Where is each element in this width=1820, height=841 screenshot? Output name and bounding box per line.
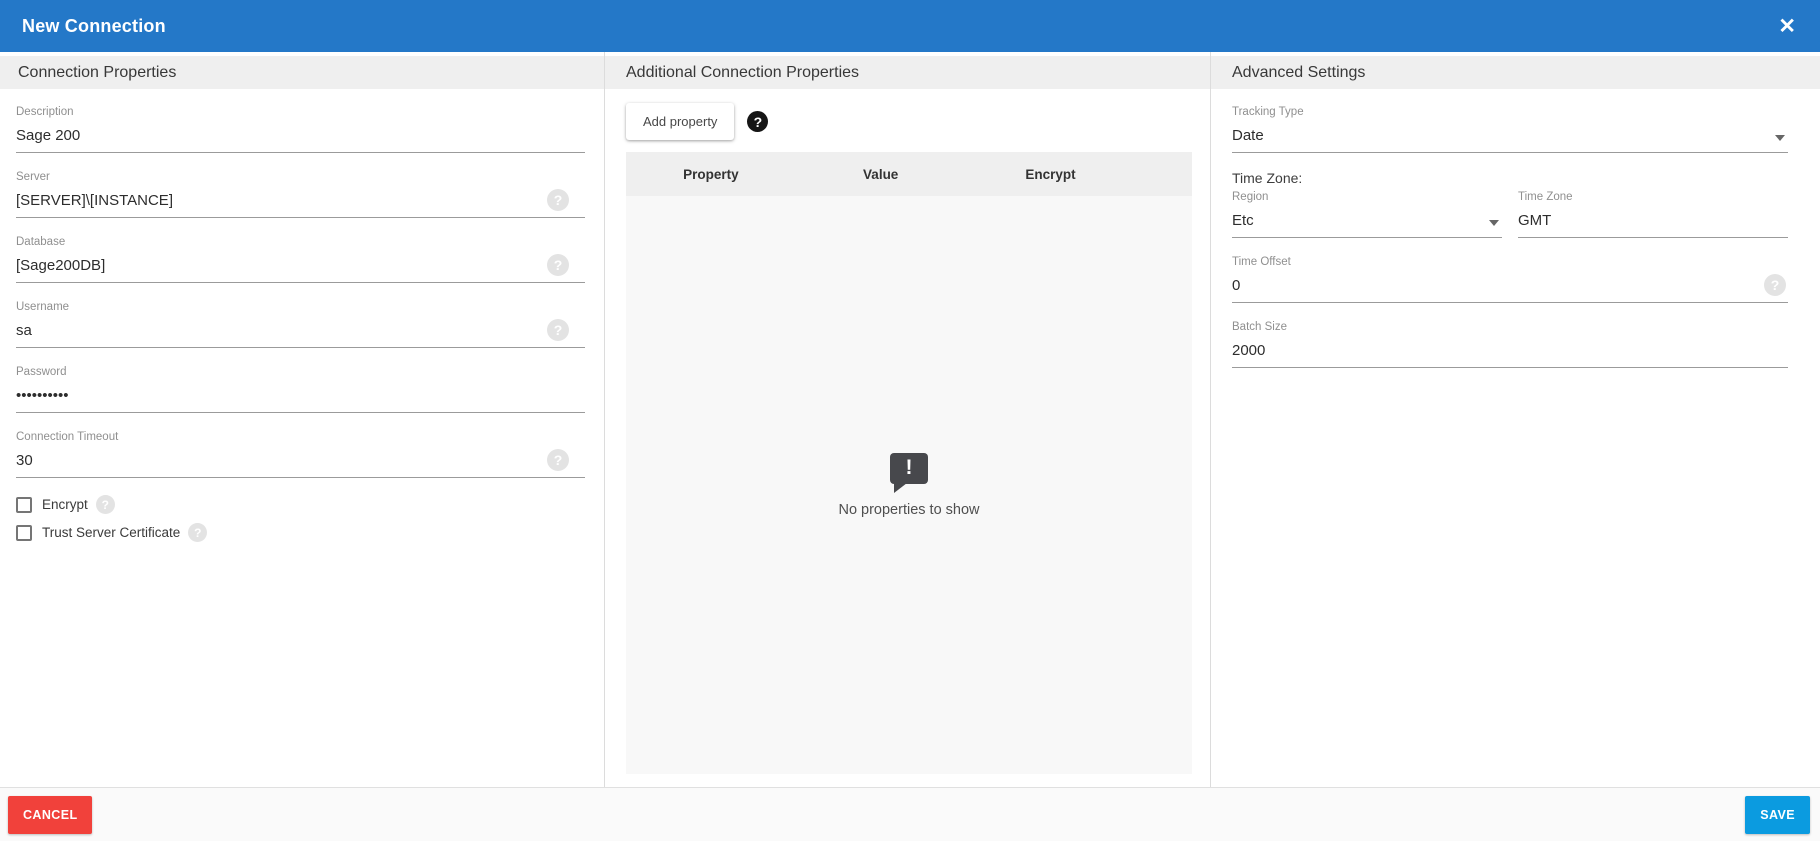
connection-timeout-input[interactable]: [16, 447, 585, 478]
cancel-button[interactable]: CANCEL: [8, 795, 93, 834]
description-field: Description: [16, 105, 585, 153]
column-header-property: Property: [683, 166, 739, 182]
region-field: Region: [1232, 190, 1502, 238]
dialog-titlebar: New Connection ✕: [0, 0, 1820, 52]
region-select[interactable]: [1232, 207, 1502, 238]
batch-size-label: Batch Size: [1232, 321, 1287, 333]
encrypt-checkbox[interactable]: [16, 496, 32, 513]
time-offset-field: Time Offset ?: [1232, 255, 1788, 303]
encrypt-label: Encrypt: [42, 497, 88, 512]
time-zone-heading: Time Zone:: [1232, 170, 1303, 186]
properties-table-header: Property Value Encrypt: [626, 152, 1192, 196]
server-input[interactable]: [16, 187, 585, 218]
add-property-help-icon[interactable]: ?: [747, 111, 769, 132]
batch-size-field: Batch Size: [1232, 320, 1788, 368]
time-zone-row: Region Time Zone: [1232, 190, 1788, 255]
properties-table: Property Value Encrypt ! No properties t…: [626, 152, 1192, 774]
region-label: Region: [1232, 191, 1269, 203]
advanced-settings-panel: Advanced Settings Tracking Type Time Zon…: [1211, 52, 1820, 787]
password-label: Password: [16, 366, 67, 378]
connection-properties-panel: Connection Properties Description Server…: [0, 52, 605, 787]
column-header-encrypt: Encrypt: [1025, 166, 1076, 182]
trust-server-certificate-label: Trust Server Certificate: [42, 525, 181, 540]
tracking-type-field: Tracking Type: [1232, 105, 1788, 153]
description-label: Description: [16, 106, 74, 118]
connection-timeout-label: Connection Timeout: [16, 431, 119, 443]
close-icon[interactable]: ✕: [1774, 12, 1800, 41]
username-label: Username: [16, 301, 70, 313]
server-help-icon[interactable]: ?: [547, 189, 569, 211]
trust-server-certificate-row: Trust Server Certificate ?: [16, 523, 585, 542]
time-offset-help-icon[interactable]: ?: [1764, 274, 1786, 296]
connection-timeout-field: Connection Timeout ?: [16, 430, 585, 478]
additional-properties-body: Add property ? Property Value Encrypt ! …: [605, 89, 1210, 774]
database-input[interactable]: [16, 252, 585, 283]
database-help-icon[interactable]: ?: [547, 254, 569, 276]
save-button[interactable]: SAVE: [1745, 795, 1810, 834]
time-offset-label: Time Offset: [1232, 256, 1291, 268]
add-property-button[interactable]: Add property: [626, 103, 735, 140]
advanced-settings-header: Advanced Settings: [1211, 56, 1820, 89]
connection-properties-header: Connection Properties: [0, 56, 604, 89]
trust-server-certificate-help-icon[interactable]: ?: [188, 523, 208, 542]
dialog-footer: CANCEL SAVE: [0, 787, 1820, 841]
add-property-row: Add property ?: [626, 103, 1192, 140]
password-field: Password: [16, 365, 585, 413]
properties-table-body: ! No properties to show: [626, 196, 1192, 774]
dialog-title: New Connection: [22, 15, 166, 36]
password-input[interactable]: [16, 382, 585, 413]
time-offset-input[interactable]: [1232, 272, 1788, 303]
column-header-value: Value: [863, 166, 899, 182]
tracking-type-dropdown-arrow-icon[interactable]: [1775, 135, 1785, 141]
empty-state-message: No properties to show: [838, 501, 980, 518]
username-input[interactable]: [16, 317, 585, 348]
connection-timeout-help-icon[interactable]: ?: [547, 449, 569, 471]
time-zone-label: Time Zone: [1518, 191, 1573, 203]
trust-server-certificate-checkbox[interactable]: [16, 524, 32, 541]
database-label: Database: [16, 236, 66, 248]
username-help-icon[interactable]: ?: [547, 319, 569, 341]
server-label: Server: [16, 171, 50, 183]
additional-properties-panel: Additional Connection Properties Add pro…: [605, 52, 1211, 787]
advanced-settings-body: Tracking Type Time Zone: Region Time Zon…: [1211, 89, 1820, 368]
region-dropdown-arrow-icon[interactable]: [1489, 220, 1499, 226]
username-field: Username ?: [16, 300, 585, 348]
tracking-type-label: Tracking Type: [1232, 106, 1304, 118]
additional-properties-header: Additional Connection Properties: [605, 56, 1210, 89]
dialog-content: Connection Properties Description Server…: [0, 52, 1820, 787]
time-zone-field: Time Zone: [1518, 190, 1788, 238]
tracking-type-select[interactable]: [1232, 122, 1788, 153]
encrypt-help-icon[interactable]: ?: [95, 495, 115, 514]
alert-bubble-icon: !: [890, 452, 928, 493]
server-field: Server ?: [16, 170, 585, 218]
database-field: Database ?: [16, 235, 585, 283]
batch-size-input[interactable]: [1232, 337, 1788, 368]
time-zone-input[interactable]: [1518, 207, 1788, 238]
description-input[interactable]: [16, 122, 585, 153]
connection-properties-body: Description Server ? Database ? Username…: [0, 89, 604, 542]
encrypt-row: Encrypt ?: [16, 495, 585, 514]
checkbox-group: Encrypt ? Trust Server Certificate ?: [16, 495, 585, 542]
